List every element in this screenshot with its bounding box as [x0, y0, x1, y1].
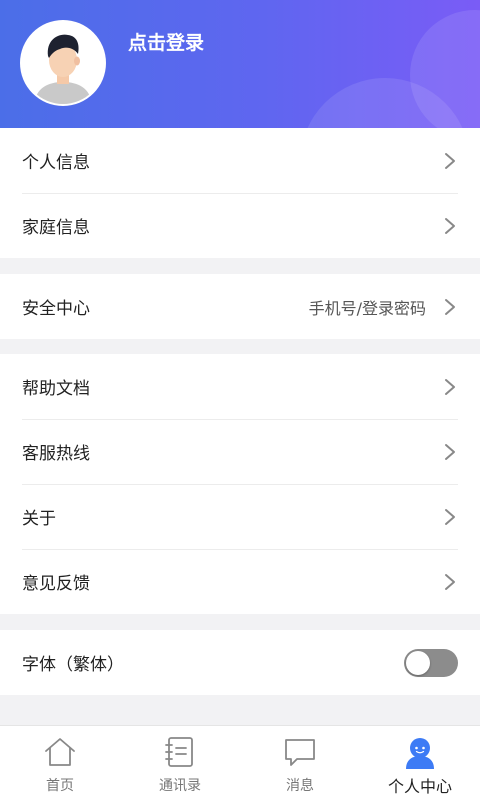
- chevron-right-icon: [444, 508, 456, 526]
- menu-item-label: 安全中心: [22, 299, 90, 319]
- chevron-right-icon: [444, 298, 456, 316]
- menu-item-help-docs[interactable]: 帮助文档: [0, 354, 480, 419]
- nav-tab-messages[interactable]: 消息: [240, 726, 360, 800]
- toggle-knob: [406, 650, 430, 675]
- nav-tab-contacts[interactable]: 通讯录: [120, 726, 240, 800]
- nav-label: 个人中心: [387, 777, 452, 796]
- bottom-navigation: 首页 通讯录 消息 个人中心: [0, 725, 480, 800]
- menu-item-label: 家庭信息: [22, 218, 90, 238]
- login-link[interactable]: 点击登录: [128, 28, 204, 55]
- nav-label: 通讯录: [159, 778, 201, 794]
- settings-group-personal: 个人信息 家庭信息: [0, 128, 480, 258]
- nav-label: 消息: [286, 778, 314, 794]
- chevron-right-icon: [444, 152, 456, 170]
- menu-item-label: 客服热线: [22, 444, 90, 464]
- settings-group-security: 安全中心 手机号/登录密码: [0, 274, 480, 339]
- contacts-icon: [163, 735, 197, 769]
- menu-item-label: 帮助文档: [22, 379, 90, 399]
- nav-tab-profile[interactable]: 个人中心: [360, 726, 480, 800]
- menu-item-label: 关于: [22, 509, 56, 529]
- chevron-right-icon: [444, 217, 456, 235]
- avatar[interactable]: [20, 20, 106, 106]
- chevron-right-icon: [444, 378, 456, 396]
- menu-item-feedback[interactable]: 意见反馈: [0, 549, 480, 614]
- settings-group-support: 帮助文档 客服热线 关于 意见反馈: [0, 354, 480, 614]
- nav-label: 首页: [46, 778, 74, 794]
- menu-item-label: 字体（繁体）: [22, 655, 124, 675]
- profile-header: 点击登录: [0, 0, 480, 128]
- chevron-right-icon: [444, 443, 456, 461]
- profile-icon: [403, 735, 437, 769]
- menu-item-security-center[interactable]: 安全中心 手机号/登录密码: [0, 274, 480, 339]
- menu-item-font-traditional: 字体（繁体）: [0, 630, 480, 695]
- settings-group-font: 字体（繁体）: [0, 630, 480, 695]
- menu-item-personal-info[interactable]: 个人信息: [0, 128, 480, 193]
- menu-item-family-info[interactable]: 家庭信息: [0, 193, 480, 258]
- menu-item-service-hotline[interactable]: 客服热线: [0, 419, 480, 484]
- profile-page: 点击登录 个人信息 家庭信息 安全中心 手机号/登录密码 帮助文档 客服热线 关…: [0, 0, 480, 800]
- message-icon: [283, 735, 317, 769]
- menu-item-about[interactable]: 关于: [0, 484, 480, 549]
- menu-item-label: 意见反馈: [22, 574, 90, 594]
- traditional-font-toggle[interactable]: [404, 648, 458, 677]
- menu-item-value: 手机号/登录密码: [308, 298, 426, 318]
- home-icon: [43, 735, 77, 769]
- menu-item-label: 个人信息: [22, 153, 90, 173]
- chevron-right-icon: [444, 573, 456, 591]
- nav-tab-home[interactable]: 首页: [0, 726, 120, 800]
